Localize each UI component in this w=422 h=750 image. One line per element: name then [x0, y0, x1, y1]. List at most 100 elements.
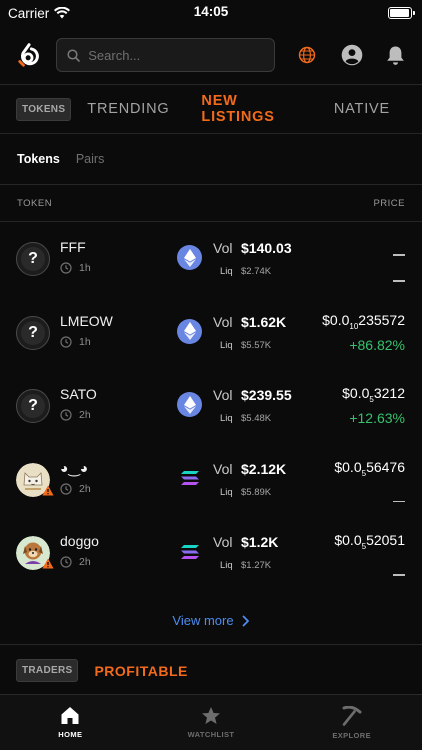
token-name: LMEOW: [60, 312, 113, 329]
token-row[interactable]: ◕‿◕ 2h Vol $2.12K Liq $5.89K $0.0556476: [0, 451, 422, 525]
star-icon: [202, 707, 220, 724]
tab-profitable[interactable]: PROFITABLE: [94, 663, 187, 679]
chevron-right-icon: [242, 615, 249, 626]
token-price: $0.0552051: [334, 532, 405, 551]
vol-value: $140.03: [241, 240, 292, 256]
liq-value: $2.74K: [241, 266, 272, 277]
liq-label: Liq: [220, 266, 233, 277]
ethereum-icon: [177, 318, 202, 344]
vol-value: $1.62K: [241, 313, 287, 330]
nav-explore-label: EXPLORE: [332, 730, 371, 740]
profile-button[interactable]: [340, 42, 364, 68]
token-name: SATO: [60, 386, 97, 402]
tab-native[interactable]: NATIVE: [334, 101, 390, 117]
vol-label: Vol: [213, 313, 233, 330]
tab-new-listings[interactable]: NEW LISTINGS: [201, 93, 301, 125]
nav-home-label: HOME: [58, 730, 83, 739]
change-unavailable-dash: [393, 566, 405, 584]
price-change: +86.82%: [349, 336, 405, 353]
subtab-pairs[interactable]: Pairs: [76, 152, 104, 166]
liq-value: $1.27K: [241, 560, 272, 571]
token-row[interactable]: ? FFF 1h Vol $140.03 Liq $2.74K: [0, 230, 422, 304]
liq-label: Liq: [220, 486, 233, 498]
nav-explore[interactable]: EXPLORE: [281, 695, 422, 750]
globe-icon: [299, 46, 316, 64]
token-price: $0.010235572: [322, 311, 405, 331]
question-mark-icon: ?: [21, 394, 45, 418]
wifi-icon: [54, 7, 71, 19]
liq-label: Liq: [220, 413, 233, 424]
token-name: ◕‿◕: [60, 459, 89, 476]
carrier-label: Carrier: [8, 5, 50, 21]
unknown-token-avatar: ?: [16, 242, 50, 276]
vol-value: $239.55: [241, 387, 292, 403]
vol-label: Vol: [213, 460, 233, 477]
user-icon: [341, 44, 362, 66]
token-age-value: 2h: [79, 409, 91, 421]
price-change: +12.63%: [349, 410, 405, 426]
liq-value: $5.89K: [241, 486, 272, 498]
solana-icon: [177, 539, 202, 564]
traders-section: TRADERS PROFITABLE: [0, 645, 422, 697]
question-mark-icon: ?: [21, 320, 45, 345]
token-name: doggo: [60, 533, 99, 549]
ethereum-icon: [177, 392, 202, 417]
tokens-badge: TOKENS: [16, 97, 72, 121]
unknown-token-avatar: ?: [16, 389, 50, 423]
liq-value: $5.48K: [241, 413, 272, 424]
pickaxe-icon: [342, 705, 362, 726]
token-row[interactable]: ? SATO 2h Vol $239.55 Liq $5.48K $0.0532…: [0, 377, 422, 451]
tab-trending[interactable]: TRENDING: [87, 101, 169, 117]
app-logo-icon[interactable]: [16, 42, 40, 68]
token-age-value: 1h: [79, 335, 91, 348]
token-list: ? FFF 1h Vol $140.03 Liq $2.74K ? LMEOW …: [0, 222, 422, 598]
battery-fill: [390, 9, 409, 17]
vol-label: Vol: [213, 387, 233, 403]
bottom-nav: HOME WATCHLIST EXPLORE: [0, 694, 422, 750]
traders-badge: TRADERS: [16, 659, 79, 682]
view-more-link[interactable]: View more: [0, 598, 422, 644]
vol-value: $1.2K: [241, 534, 279, 550]
clock-icon: [60, 556, 72, 568]
nav-home[interactable]: HOME: [0, 695, 141, 750]
top-bar: [0, 26, 422, 84]
network-button[interactable]: [295, 42, 319, 68]
change-unavailable-dash: [393, 272, 405, 290]
token-age: 1h: [60, 262, 91, 274]
nav-watchlist[interactable]: WATCHLIST: [141, 695, 282, 750]
vol-value: $2.12K: [241, 460, 287, 477]
liq-label: Liq: [220, 560, 233, 571]
search-box[interactable]: [56, 38, 276, 72]
solana-icon: [177, 466, 202, 491]
notifications-button[interactable]: [384, 42, 408, 68]
sub-tabs: Tokens Pairs: [0, 134, 422, 184]
clock-icon: [60, 409, 72, 421]
token-price: $0.0556476: [334, 458, 405, 478]
token-age: 2h: [60, 409, 91, 421]
token-age-value: 2h: [79, 482, 91, 495]
subtab-tokens[interactable]: Tokens: [17, 152, 60, 166]
ethereum-icon: [177, 245, 202, 270]
status-bar: Carrier 14:05: [0, 0, 422, 26]
token-age-value: 1h: [79, 262, 91, 274]
search-input[interactable]: [88, 47, 265, 63]
battery-icon: [388, 7, 415, 19]
liq-label: Liq: [220, 339, 233, 351]
warning-icon: [42, 485, 54, 495]
column-header-price: PRICE: [373, 197, 405, 209]
clock-icon: [60, 262, 72, 274]
token-age: 1h: [60, 336, 91, 348]
token-row[interactable]: doggo 2h Vol $1.2K Liq $1.27K $0.0552051: [0, 524, 422, 598]
table-header: TOKEN PRICE: [0, 185, 422, 221]
price-unavailable-dash: [393, 246, 405, 264]
clock-icon: [60, 335, 72, 348]
liq-value: $5.57K: [241, 339, 272, 351]
clock-icon: [60, 482, 72, 495]
search-icon: [67, 48, 81, 62]
token-name: FFF: [60, 239, 86, 255]
vol-label: Vol: [213, 534, 233, 550]
token-price: $0.053212: [342, 385, 405, 404]
token-row[interactable]: ? LMEOW 1h Vol $1.62K Liq $5.57K $0.0102…: [0, 304, 422, 378]
vol-label: Vol: [213, 240, 233, 256]
question-mark-icon: ?: [21, 247, 45, 271]
